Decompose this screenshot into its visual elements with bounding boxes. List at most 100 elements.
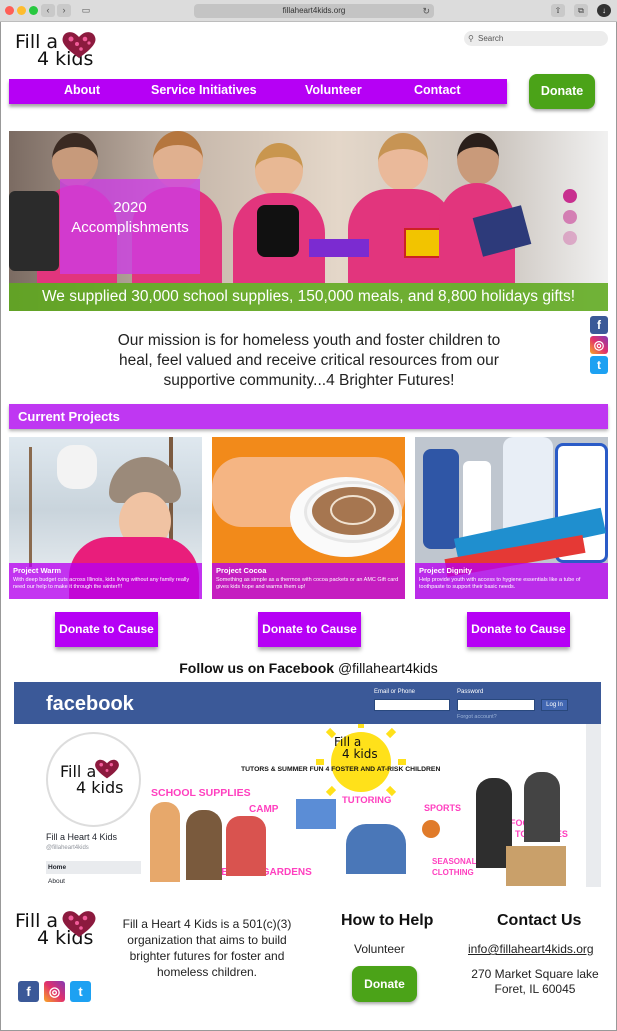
hero-caption: We supplied 30,000 school supplies, 150,… (9, 283, 608, 311)
browser-toolbar: ‹ › ▭ fillaheart4kids.org ↻ ⇧ ⧉ ↓ (0, 0, 617, 22)
cover-tag-school-supplies: SCHOOL SUPPLIES (151, 787, 251, 799)
slider-dot-active[interactable] (563, 189, 577, 203)
mitten (57, 445, 97, 489)
project-description: Something as simple as a thermos with co… (216, 577, 399, 590)
volunteer-link[interactable]: Volunteer (354, 942, 405, 956)
facebook-logo[interactable]: facebook (46, 693, 134, 716)
cover-tag-camp: CAMP (249, 804, 279, 815)
basketball (422, 820, 440, 838)
cover-tag-sports: SPORTS (424, 803, 462, 813)
email-label: Email or Phone (374, 689, 416, 695)
cover-logo-line2: 4 kids (342, 747, 378, 761)
sidebar-icon[interactable]: ▭ (79, 4, 93, 17)
cover-tag-seasonal: SEASONAL (432, 857, 477, 866)
footer-twitter-icon[interactable]: t (70, 981, 91, 1002)
hero-accomplishments-card[interactable]: 2020 Accomplishments (60, 179, 200, 274)
child-photo (226, 816, 266, 876)
page-menu-about[interactable]: About (46, 875, 141, 887)
forgot-account-link[interactable]: Forgot account? (457, 714, 497, 720)
child-photo (186, 810, 222, 880)
forward-icon[interactable]: › (57, 4, 71, 17)
nav-item-volunteer[interactable]: Volunteer (305, 83, 362, 97)
footer-instagram-icon[interactable]: ◎ (44, 981, 65, 1002)
password-label: Password (457, 689, 484, 695)
page-name[interactable]: Fill a Heart 4 Kids (46, 832, 117, 842)
project-title: Project Warm (13, 566, 62, 575)
close-window-button[interactable] (5, 6, 14, 15)
reload-icon[interactable]: ↻ (422, 4, 430, 18)
footer-facebook-icon[interactable]: f (18, 981, 39, 1002)
project-card-warm[interactable]: Project Warm With deep budget cuts acros… (9, 437, 202, 599)
heart-icon (62, 32, 96, 58)
nav-item-about[interactable]: About (64, 83, 100, 97)
facebook-header: facebook Email or Phone Password Log In … (14, 682, 601, 724)
food-box (506, 846, 566, 886)
search-input[interactable]: ⚲ Search (464, 31, 608, 46)
site-logo[interactable]: Fill a 4 kids (15, 32, 96, 78)
donate-to-cause-button-warm[interactable]: Donate to Cause (55, 612, 158, 647)
facebook-embed[interactable]: facebook Email or Phone Password Log In … (14, 682, 601, 887)
footer-description: Fill a Heart 4 Kids is a 501(c)(3) organ… (122, 917, 292, 979)
hero-card-title: 2020 (113, 199, 147, 216)
heart-icon (62, 911, 96, 937)
footer-logo[interactable]: Fill a 4 kids (15, 911, 97, 961)
project-cocoa-overlay: Project Cocoa Something as simple as a t… (212, 563, 405, 599)
current-projects-header: Current Projects (9, 404, 608, 429)
hero-banner: 2020 Accomplishments We supplied 30,000 … (9, 131, 608, 311)
slider-dot[interactable] (563, 231, 577, 245)
cover-logo: Fill a 4 kids (334, 736, 378, 760)
share-icon[interactable]: ⇧ (551, 4, 565, 17)
follow-prefix: Follow us on Facebook (179, 660, 335, 676)
minimize-window-button[interactable] (17, 6, 26, 15)
cover-tag-clothing: CLOTHING (432, 868, 474, 877)
maximize-window-button[interactable] (29, 6, 38, 15)
page-handle: @fillaheart4kids (46, 845, 89, 851)
tree-trunk (29, 447, 32, 567)
page-avatar[interactable]: Fill a 4 kids (46, 732, 141, 827)
download-icon[interactable]: ↓ (597, 4, 611, 17)
facebook-page-sidebar: Fill a 4 kids Fill a Heart 4 Kids @filla… (14, 724, 146, 887)
footer-donate-button[interactable]: Donate (352, 966, 417, 1002)
follow-handle[interactable]: @fillaheart4kids (338, 660, 438, 676)
bottle (423, 449, 459, 549)
page-menu-home[interactable]: Home (46, 861, 141, 874)
project-card-cocoa[interactable]: Project Cocoa Something as simple as a t… (212, 437, 405, 599)
facebook-cover-photo: Fill a 4 kids TUTORS & SUMMER FUN 4 FOST… (146, 724, 586, 887)
cover-tag-tutoring: TUTORING (342, 795, 392, 806)
facebook-icon[interactable]: f (590, 316, 608, 334)
avatar-logo-line2: 4 kids (76, 778, 124, 797)
supplies-pack (309, 239, 369, 257)
project-dignity-overlay: Project Dignity Help provide youth with … (415, 563, 608, 599)
project-title: Project Dignity (419, 566, 472, 575)
sign-photo (296, 799, 336, 829)
donate-to-cause-button-cocoa[interactable]: Donate to Cause (258, 612, 361, 647)
nav-item-contact[interactable]: Contact (414, 83, 461, 97)
project-warm-overlay: Project Warm With deep budget cuts acros… (9, 563, 202, 599)
main-nav: About Service Initiatives Volunteer Cont… (9, 79, 507, 104)
project-title: Project Cocoa (216, 566, 267, 575)
back-icon[interactable]: ‹ (41, 4, 55, 17)
volunteer-photo (524, 772, 560, 842)
project-description: With deep budget cuts across Illinois, k… (13, 577, 190, 590)
project-description: Help provide youth with access to hygien… (419, 577, 581, 590)
slider-dot[interactable] (563, 210, 577, 224)
instagram-icon[interactable]: ◎ (590, 336, 608, 354)
address-bar[interactable]: fillaheart4kids.org ↻ (194, 4, 434, 18)
contact-email-link[interactable]: info@fillaheart4kids.org (468, 942, 594, 956)
header-donate-button[interactable]: Donate (529, 74, 595, 109)
email-field[interactable] (374, 699, 450, 711)
latte-art (330, 495, 376, 525)
donate-to-cause-button-dignity[interactable]: Donate to Cause (467, 612, 570, 647)
address-text: fillaheart4kids.org (282, 6, 346, 15)
child-photo (346, 824, 406, 874)
hero-card-subtitle: Accomplishments (71, 219, 189, 236)
twitter-icon[interactable]: t (590, 356, 608, 374)
cover-tagline: TUTORS & SUMMER FUN 4 FOSTER AND AT-RISK… (241, 766, 441, 773)
project-card-dignity[interactable]: Project Dignity Help provide youth with … (415, 437, 608, 599)
search-placeholder: Search (478, 34, 504, 43)
nav-item-service-initiatives[interactable]: Service Initiatives (151, 83, 257, 97)
tabs-icon[interactable]: ⧉ (574, 4, 588, 17)
address-line2: Foret, IL 60045 (494, 982, 576, 996)
login-button[interactable]: Log In (541, 699, 568, 711)
password-field[interactable] (457, 699, 535, 711)
